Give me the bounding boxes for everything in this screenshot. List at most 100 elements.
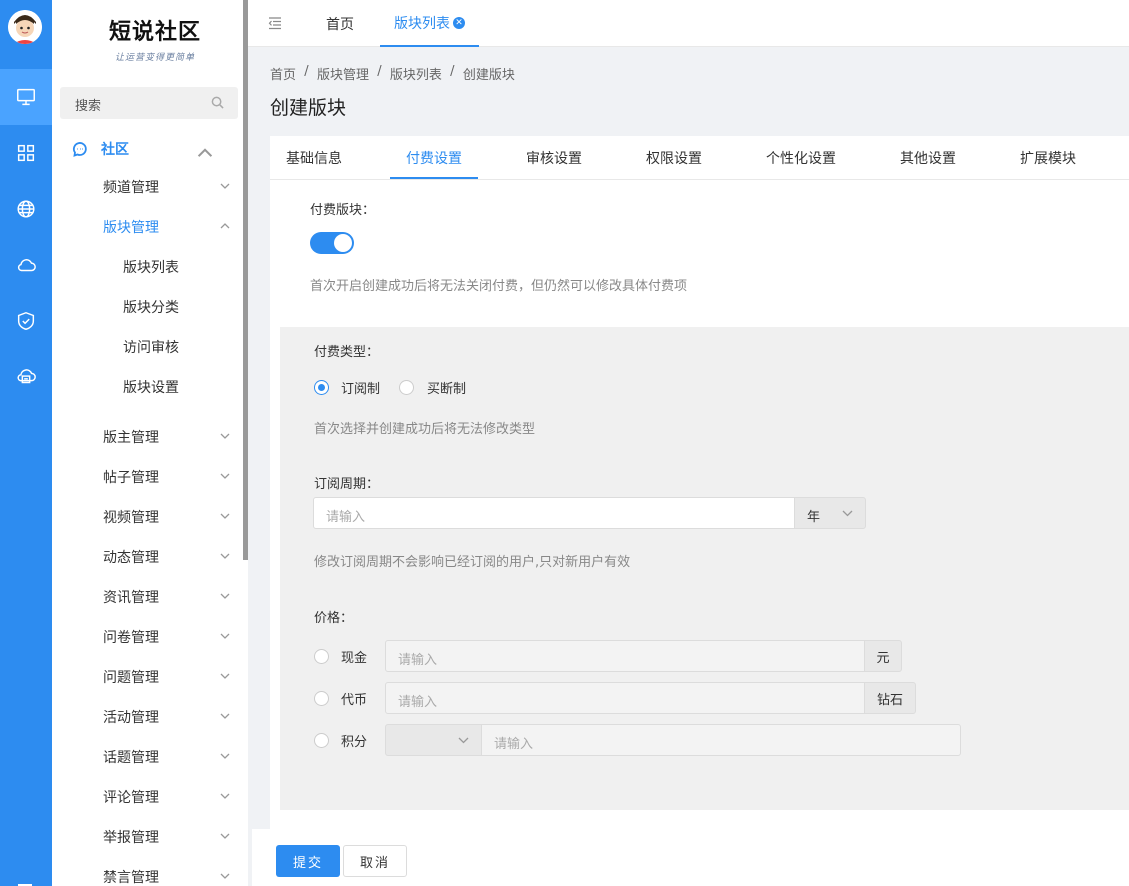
menu-item-post[interactable]: 帖子管理: [103, 465, 233, 489]
menu-item-label: 活动管理: [103, 710, 159, 726]
menu-group-label: 社区: [101, 142, 129, 158]
breadcrumb-item-current: 创建版块: [462, 68, 515, 83]
submit-button[interactable]: 提交: [276, 845, 340, 877]
chevron-down-icon: [220, 753, 230, 762]
form-action-bar: 提交 取消: [252, 829, 1129, 886]
chevron-down-icon: [220, 433, 230, 442]
menu-item-report[interactable]: 举报管理: [103, 825, 233, 849]
period-input-placeholder: 请输入: [326, 510, 366, 525]
tab-permission-settings[interactable]: 权限设置: [646, 136, 702, 180]
cancel-button[interactable]: 取消: [343, 845, 407, 877]
price-points-label[interactable]: 积分: [341, 731, 367, 750]
price-cash-input[interactable]: 请输入: [385, 640, 865, 672]
menu-item-label: 版块管理: [103, 220, 159, 236]
tab-personalization[interactable]: 个性化设置: [766, 136, 836, 180]
tab-payment-settings[interactable]: 付费设置: [406, 136, 462, 180]
menu-subitem-board-list[interactable]: 版块列表: [123, 255, 179, 279]
price-points-type-select[interactable]: [385, 724, 482, 756]
tab-board-list[interactable]: 版块列表 ✕: [380, 0, 479, 47]
menu-item-moderator[interactable]: 版主管理: [103, 425, 233, 449]
menu-item-moment[interactable]: 动态管理: [103, 545, 233, 569]
menu-group-community[interactable]: 社区: [72, 136, 232, 162]
menu-subitem-board-settings[interactable]: 版块设置: [123, 375, 179, 399]
menu-item-label: 动态管理: [103, 550, 159, 566]
breadcrumb-item[interactable]: 首页: [270, 64, 296, 83]
chevron-down-icon: [220, 553, 230, 562]
price-token-input[interactable]: 请输入: [385, 682, 865, 714]
menu-search-input[interactable]: 搜索: [60, 87, 238, 119]
menu-subitem-label: 版块设置: [123, 380, 179, 396]
price-cash-label[interactable]: 现金: [341, 647, 367, 666]
menu-item-video[interactable]: 视频管理: [103, 505, 233, 529]
paid-board-toggle[interactable]: [310, 232, 354, 254]
chevron-down-icon: [220, 793, 230, 802]
chevron-down-icon: [220, 713, 230, 722]
pay-type-hint: 首次选择并创建成功后将无法修改类型: [314, 422, 536, 437]
radio-buyout[interactable]: [399, 380, 414, 395]
chevron-down-icon: [458, 737, 469, 744]
radio-cash[interactable]: [314, 649, 329, 664]
breadcrumb-item[interactable]: 版块列表: [390, 64, 442, 83]
menu-item-topic[interactable]: 话题管理: [103, 745, 233, 769]
logo-subtitle: 让运营变得更简单: [114, 53, 195, 63]
search-icon: [211, 96, 224, 109]
radio-subscription[interactable]: [314, 380, 329, 395]
menu-item-comment[interactable]: 评论管理: [103, 785, 233, 809]
menu-subitem-board-category[interactable]: 版块分类: [123, 295, 179, 319]
sidebar-scrollbar[interactable]: [243, 0, 248, 560]
rail-shield-icon[interactable]: [0, 293, 52, 349]
price-cash-placeholder: 请输入: [398, 653, 438, 668]
menu-item-board[interactable]: 版块管理: [103, 215, 233, 239]
rail-monitor-icon[interactable]: [0, 69, 52, 125]
period-input[interactable]: 请输入: [313, 497, 795, 529]
menu-item-question[interactable]: 问题管理: [103, 665, 233, 689]
menu-fold-icon[interactable]: [268, 16, 282, 30]
tab-home[interactable]: 首页: [326, 0, 354, 47]
tab-label: 审核设置: [526, 151, 582, 167]
tab-label: 首页: [326, 16, 354, 33]
menu-item-activity[interactable]: 活动管理: [103, 705, 233, 729]
toggle-knob: [334, 234, 352, 252]
period-hint: 修改订阅周期不会影响已经订阅的用户,只对新用户有效: [314, 555, 631, 570]
radio-token[interactable]: [314, 691, 329, 706]
avatar[interactable]: [8, 10, 42, 44]
tab-other-settings[interactable]: 其他设置: [900, 136, 956, 180]
price-label: 价格：: [314, 611, 354, 626]
rail-globe-icon[interactable]: [0, 181, 52, 237]
menu-item-mute[interactable]: 禁言管理: [103, 865, 233, 886]
rail-cloud-icon[interactable]: [0, 237, 52, 293]
tab-label: 版块列表: [394, 15, 450, 32]
menu-search-placeholder: 搜索: [75, 99, 102, 114]
rail-grid-icon[interactable]: [0, 125, 52, 181]
radio-points[interactable]: [314, 733, 329, 748]
breadcrumb-item[interactable]: 版块管理: [317, 64, 369, 83]
menu-item-channel[interactable]: 频道管理: [103, 175, 233, 199]
breadcrumb: 首页 / 版块管理 / 版块列表 / 创建版块: [270, 64, 515, 83]
tab-review-settings[interactable]: 审核设置: [526, 136, 582, 180]
radio-buyout-label[interactable]: 买断制: [427, 378, 466, 397]
paid-board-hint: 首次开启创建成功后将无法关闭付费，但仍然可以修改具体付费项: [310, 279, 688, 294]
tab-label: 扩展模块: [1020, 151, 1076, 167]
rail-cloud-server-icon[interactable]: [0, 349, 52, 405]
radio-subscription-label[interactable]: 订阅制: [341, 378, 380, 397]
icon-rail: [0, 0, 52, 886]
menu-item-survey[interactable]: 问卷管理: [103, 625, 233, 649]
paid-board-label: 付费版块：: [310, 203, 376, 218]
tab-label: 权限设置: [646, 151, 702, 167]
tab-basic-info[interactable]: 基础信息: [286, 136, 342, 180]
logo-title: 短说社区: [108, 19, 201, 45]
menu-subitem-label: 版块分类: [123, 300, 179, 316]
price-points-placeholder: 请输入: [494, 737, 534, 752]
chevron-down-icon: [220, 873, 230, 882]
close-icon[interactable]: ✕: [453, 16, 465, 29]
period-unit-select[interactable]: 年: [794, 497, 866, 529]
tab-extension-modules[interactable]: 扩展模块: [1020, 136, 1076, 180]
price-points-input[interactable]: 请输入: [481, 724, 961, 756]
period-label: 订阅周期：: [314, 477, 380, 492]
price-token-placeholder: 请输入: [398, 695, 438, 710]
menu-subitem-access-review[interactable]: 访问审核: [123, 335, 179, 359]
logo[interactable]: 短说社区 让运营变得更简单: [100, 14, 210, 63]
price-token-label[interactable]: 代币: [341, 689, 367, 708]
menu-item-label: 问题管理: [103, 670, 159, 686]
menu-item-news[interactable]: 资讯管理: [103, 585, 233, 609]
